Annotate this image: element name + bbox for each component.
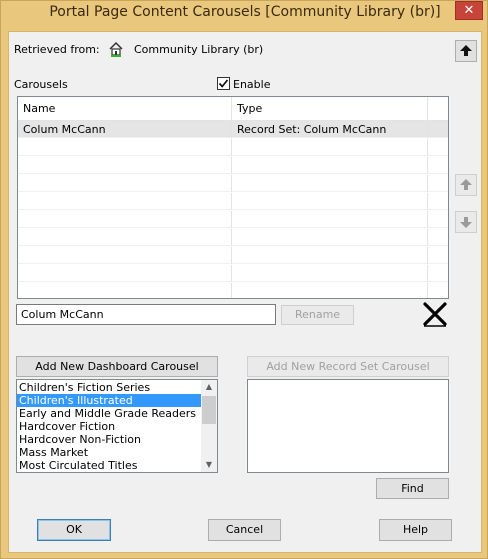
- empty-cell: [18, 139, 232, 156]
- add-dashboard-carousel-button[interactable]: Add New Dashboard Carousel: [16, 356, 218, 377]
- list-item-selected[interactable]: Children's Illustrated: [17, 394, 201, 407]
- list-item[interactable]: Mass Market: [17, 446, 201, 459]
- help-button[interactable]: Help: [379, 519, 452, 541]
- window-title: Portal Page Content Carousels [Community…: [49, 4, 441, 20]
- column-header-filler: [428, 97, 448, 121]
- empty-row: [18, 157, 448, 174]
- empty-row: [18, 175, 448, 192]
- checkmark-icon: [218, 79, 229, 88]
- empty-row: [18, 211, 448, 228]
- list-items: Children's Fiction Series Children's Ill…: [17, 381, 201, 472]
- list-item[interactable]: Most Circulated Titles: [17, 459, 201, 472]
- enable-checkbox[interactable]: [217, 77, 230, 90]
- rename-button[interactable]: Rename: [281, 305, 354, 325]
- carousels-label: Carousels: [14, 78, 68, 91]
- empty-row: [18, 229, 448, 246]
- empty-cell: [232, 283, 428, 298]
- empty-cell: [18, 175, 232, 192]
- carousel-name-input[interactable]: Colum McCann: [16, 304, 276, 325]
- list-scrollbar[interactable]: ▲ ▼: [201, 380, 217, 472]
- move-up-button[interactable]: [455, 174, 477, 196]
- empty-row: [18, 139, 448, 156]
- carousel-row-filler: [428, 121, 448, 138]
- move-to-top-button[interactable]: [455, 40, 477, 62]
- dashboard-carousel-list[interactable]: Children's Fiction Series Children's Ill…: [16, 379, 218, 473]
- arrow-up-icon: [460, 45, 472, 56]
- cancel-button[interactable]: Cancel: [208, 519, 281, 541]
- empty-cell: [232, 157, 428, 174]
- empty-row: [18, 247, 448, 264]
- empty-cell: [232, 229, 428, 246]
- empty-row: [18, 193, 448, 210]
- move-down-button[interactable]: [455, 211, 477, 233]
- empty-cell: [18, 157, 232, 174]
- carousel-row-name: Colum McCann: [18, 121, 232, 138]
- empty-cell: [232, 211, 428, 228]
- arrow-up-icon: [460, 179, 472, 190]
- scroll-thumb[interactable]: [202, 396, 216, 424]
- list-item[interactable]: Early and Middle Grade Readers: [17, 407, 201, 420]
- dialog-window: Portal Page Content Carousels [Community…: [0, 0, 488, 559]
- list-item[interactable]: Children's Fiction Series: [17, 381, 201, 394]
- close-button[interactable]: ✕: [455, 1, 483, 20]
- scroll-up-icon[interactable]: ▲: [201, 380, 217, 394]
- empty-row: [18, 265, 448, 282]
- record-set-list[interactable]: [247, 379, 449, 473]
- empty-cell: [232, 247, 428, 264]
- empty-cell: [232, 193, 428, 210]
- arrow-down-icon: [460, 217, 472, 228]
- column-header-name[interactable]: Name: [18, 97, 232, 121]
- empty-cell: [232, 175, 428, 192]
- ok-button[interactable]: OK: [37, 519, 111, 541]
- carousel-grid[interactable]: Name Type Colum McCann Record Set: Colum…: [17, 96, 449, 299]
- delete-icon[interactable]: [421, 300, 449, 328]
- grid-header: Name Type: [18, 97, 448, 121]
- list-item[interactable]: Hardcover Non-Fiction: [17, 433, 201, 446]
- home-icon: [108, 41, 124, 57]
- close-icon: ✕: [463, 3, 475, 18]
- add-record-set-carousel-button[interactable]: Add New Record Set Carousel: [247, 356, 449, 377]
- retrieved-from-value: Community Library (br): [134, 43, 264, 56]
- find-button[interactable]: Find: [376, 478, 449, 499]
- scroll-down-icon[interactable]: ▼: [201, 458, 217, 472]
- empty-cell: [18, 265, 232, 282]
- empty-cell: [18, 229, 232, 246]
- empty-cell: [232, 265, 428, 282]
- dialog-body: Retrieved from: Community Library (br) C…: [8, 31, 482, 553]
- empty-cell: [18, 193, 232, 210]
- column-header-type[interactable]: Type: [232, 97, 428, 121]
- enable-label: Enable: [233, 78, 271, 91]
- list-item[interactable]: Hardcover Fiction: [17, 420, 201, 433]
- title-bar[interactable]: Portal Page Content Carousels [Community…: [1, 1, 488, 27]
- empty-row: [18, 283, 448, 298]
- empty-cell: [18, 283, 232, 298]
- empty-cell: [18, 211, 232, 228]
- carousel-row[interactable]: Colum McCann Record Set: Colum McCann: [18, 121, 448, 138]
- retrieved-from-label: Retrieved from:: [14, 43, 100, 56]
- empty-cell: [232, 139, 428, 156]
- empty-cell: [18, 247, 232, 264]
- carousel-row-type: Record Set: Colum McCann: [232, 121, 428, 138]
